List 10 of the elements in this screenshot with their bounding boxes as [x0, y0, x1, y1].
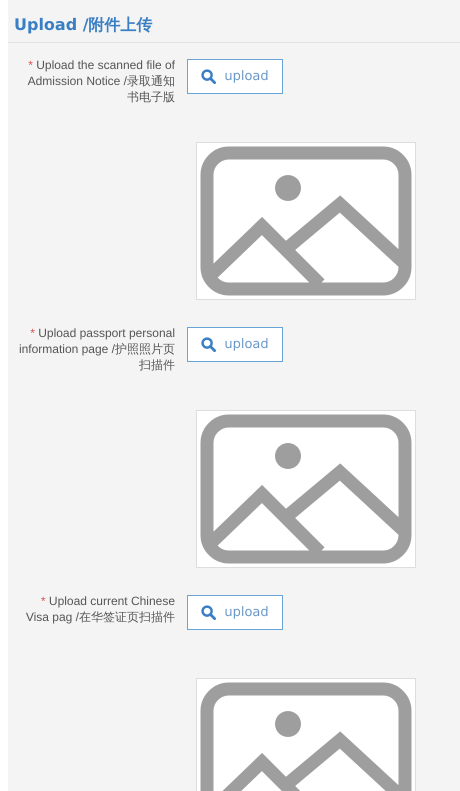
search-icon: [201, 337, 216, 352]
search-icon: [201, 69, 216, 84]
upload-button[interactable]: upload: [187, 595, 283, 630]
field-label: * Upload passport personal information page /护照照片页扫描件: [18, 325, 175, 373]
field-label: * Upload the scanned file of Admission Notice /录取通知书电子版: [26, 57, 175, 105]
search-icon: [201, 605, 216, 620]
upload-button[interactable]: upload: [187, 327, 283, 362]
section-title: Upload /附件上传: [8, 0, 460, 43]
upload-button[interactable]: upload: [187, 59, 283, 94]
field-label: * Upload current Chinese Visa pag /在华签证页扫描件: [24, 593, 175, 625]
